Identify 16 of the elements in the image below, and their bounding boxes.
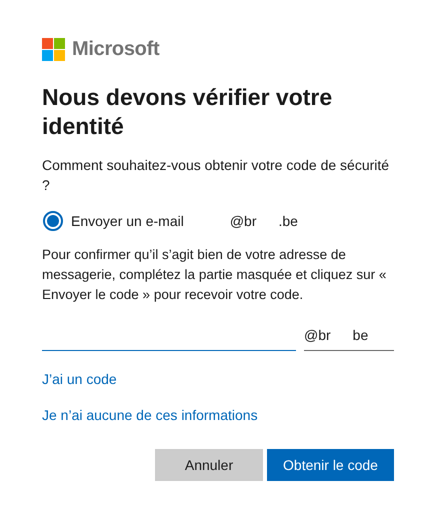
suffix-domain: @br <box>304 326 331 345</box>
instructions-text: Pour confirmer qu’il s’agit bien de votre adresse de messagerie, complétez la partie masquée et cliquez sur « Envoyer le code » pour recevoir votre code. <box>42 246 388 304</box>
email-domain: .be <box>278 212 298 230</box>
brand-name: Microsoft <box>72 37 160 62</box>
option-label: Envoyer un e-mail <box>71 212 184 231</box>
logo-icon <box>42 38 65 60</box>
cancel-button[interactable]: Annuler <box>155 449 263 481</box>
help-link[interactable]: J’ai un code <box>42 370 117 389</box>
suffix-tld: be <box>352 326 368 345</box>
email-prefix: @br <box>230 212 256 230</box>
submit-button[interactable]: Obtenir le code <box>267 449 394 481</box>
email-suffix-field[interactable]: @br be <box>304 321 394 351</box>
page-title: Nous devons vérifier votre identité <box>42 83 334 141</box>
help-link[interactable]: Je n’ai aucune de ces informations <box>42 406 258 425</box>
question-text: Comment souhaitez-vous obtenir votre code de sécurité ? <box>42 156 390 195</box>
radio-button[interactable] <box>43 211 63 231</box>
